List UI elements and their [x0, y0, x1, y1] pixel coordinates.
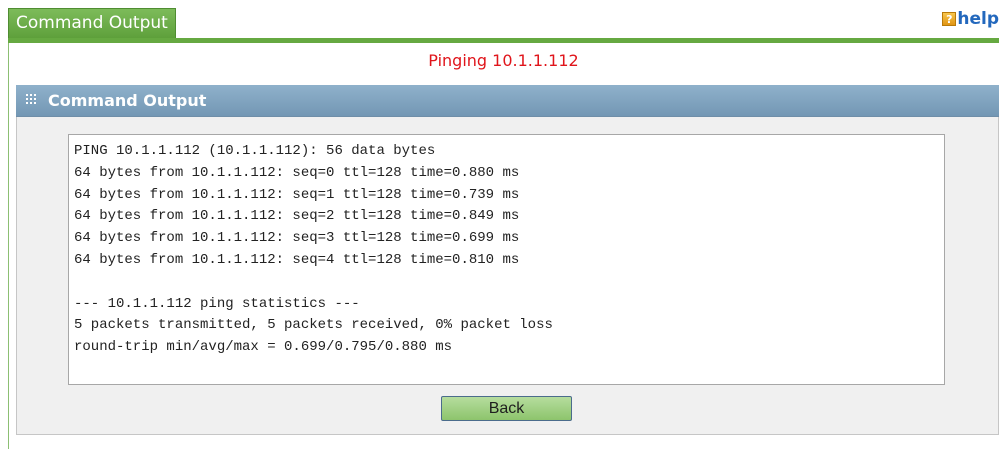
output-line: 64 bytes from 10.1.1.112: seq=0 ttl=128 …: [74, 164, 520, 181]
output-line: 64 bytes from 10.1.1.112: seq=2 ttl=128 …: [74, 208, 520, 225]
help-link[interactable]: ? help: [942, 10, 999, 28]
output-line: 64 bytes from 10.1.1.112: seq=1 ttl=128 …: [74, 186, 520, 203]
command-output-header: Command Output: [16, 85, 999, 117]
command-output-tab[interactable]: Command Output: [8, 8, 176, 38]
help-icon: ?: [942, 12, 957, 26]
ping-status: Pinging 10.1.1.112: [428, 51, 579, 70]
back-button[interactable]: Back: [441, 396, 572, 421]
output-line: 64 bytes from 10.1.1.112: seq=3 ttl=128 …: [74, 230, 520, 247]
command-output-text: PING 10.1.1.112 (10.1.1.112): 56 data by…: [68, 134, 945, 385]
output-line: --- 10.1.1.112 ping statistics ---: [74, 295, 360, 312]
output-line: PING 10.1.1.112 (10.1.1.112): 56 data by…: [74, 143, 436, 159]
output-line: round-trip min/avg/max = 0.699/0.795/0.8…: [74, 339, 453, 356]
output-line: 5 packets transmitted, 5 packets receive…: [74, 317, 553, 334]
panel-title: Command Output: [48, 91, 207, 110]
grid-icon: [26, 94, 36, 104]
help-label: help: [957, 9, 999, 29]
tab-label: Command Output: [16, 13, 168, 33]
output-line: 64 bytes from 10.1.1.112: seq=4 ttl=128 …: [74, 251, 520, 268]
